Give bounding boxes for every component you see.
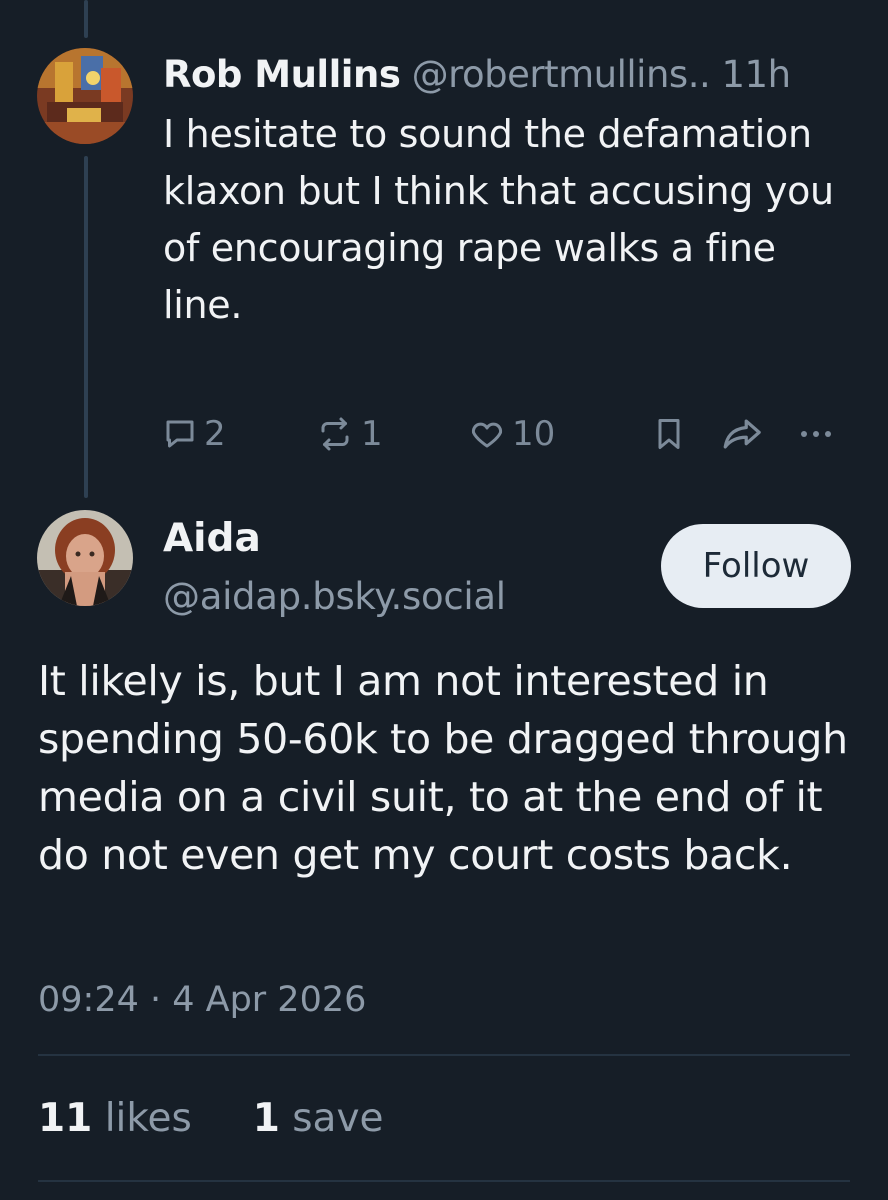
post-header: Rob Mullins @robertmullins.. 11h [163,52,791,98]
follow-button[interactable]: Follow [661,524,851,608]
divider [38,1180,850,1182]
bookmark-button[interactable] [653,410,685,458]
more-icon [796,416,836,452]
heart-icon [468,416,506,452]
share-icon [722,416,764,452]
author-name[interactable]: Aida [163,514,261,564]
likes-stat[interactable]: 11 likes [38,1096,204,1141]
post-timestamp: 09:24 · 4 Apr 2026 [38,980,367,1020]
thread-line-top [84,0,88,38]
reply-count: 2 [204,414,226,454]
post-stats: 11 likes 1 save [38,1094,384,1144]
avatar[interactable] [37,48,133,144]
like-count: 10 [512,414,556,454]
reply-button[interactable]: 2 [162,410,226,458]
divider [38,1054,850,1056]
bookmark-icon [653,416,685,452]
saves-label: save [292,1096,384,1141]
repost-count: 1 [361,414,383,454]
like-button[interactable]: 10 [468,410,555,458]
likes-count: 11 [38,1096,93,1141]
saves-stat[interactable]: 1 save [253,1096,384,1141]
author-handle[interactable]: @robertmullins.. [412,53,711,96]
post-time[interactable]: 11h [721,53,791,96]
thread-line [84,156,88,498]
saves-count: 1 [252,1096,280,1141]
likes-label: likes [104,1096,192,1141]
reply-icon [162,416,198,452]
avatar[interactable] [37,510,133,606]
author-handle[interactable]: @aidap.bsky.social [163,572,506,622]
post-text: It likely is, but I am not interested in… [38,657,848,879]
author-name[interactable]: Rob Mullins [163,53,401,96]
post-text: I hesitate to sound the defamation klaxo… [163,112,834,327]
repost-icon [315,416,355,452]
more-options-button[interactable] [796,410,836,458]
share-button[interactable] [722,410,764,458]
repost-button[interactable]: 1 [315,410,383,458]
